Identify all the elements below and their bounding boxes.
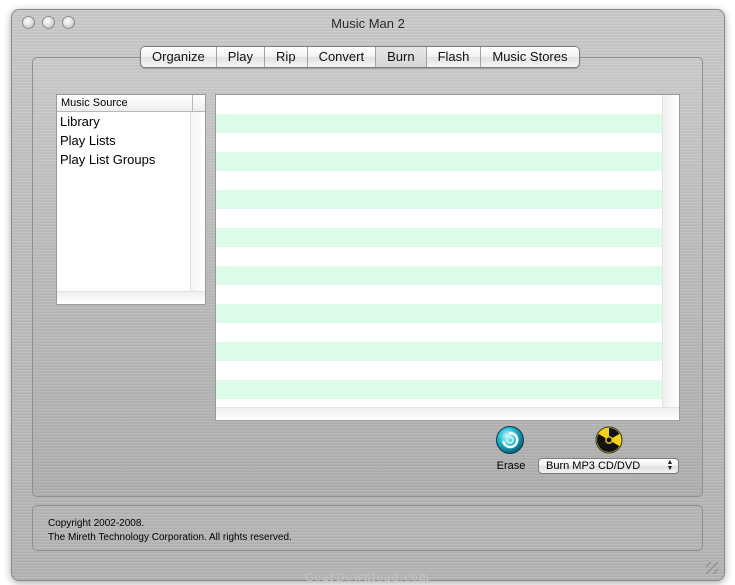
source-item-play-list-groups[interactable]: Play List Groups — [57, 150, 205, 169]
table-row[interactable] — [216, 171, 664, 190]
title-bar[interactable]: Music Man 2 — [12, 10, 724, 38]
copyright-line-1: Copyright 2002-2008. — [48, 518, 145, 529]
table-row[interactable] — [216, 361, 664, 380]
tab-flash[interactable]: Flash — [427, 47, 482, 67]
track-horizontal-scrollbar[interactable] — [216, 407, 679, 420]
table-row[interactable] — [216, 342, 664, 361]
table-row[interactable] — [216, 323, 664, 342]
header-divider — [192, 95, 193, 111]
erase-label[interactable]: Erase — [494, 460, 528, 472]
app-window: Music Man 2 Organize Play Rip Convert Bu… — [11, 9, 725, 581]
tab-convert[interactable]: Convert — [308, 47, 377, 67]
music-source-header[interactable]: Music Source — [57, 95, 205, 112]
track-rows — [216, 95, 664, 405]
tab-bar: Organize Play Rip Convert Burn Flash Mus… — [140, 46, 580, 68]
window-title: Music Man 2 — [331, 16, 405, 31]
table-row[interactable] — [216, 380, 664, 399]
table-row[interactable] — [216, 190, 664, 209]
music-source-list[interactable]: Music Source Library Play Lists Play Lis… — [56, 94, 206, 305]
table-row[interactable] — [216, 304, 664, 323]
burn-format-value: Burn MP3 CD/DVD — [546, 460, 641, 472]
tab-play[interactable]: Play — [217, 47, 266, 67]
source-vertical-scrollbar[interactable] — [190, 112, 205, 293]
tab-music-stores[interactable]: Music Stores — [481, 47, 578, 67]
tab-burn[interactable]: Burn — [376, 47, 427, 67]
table-row[interactable] — [216, 133, 664, 152]
table-row[interactable] — [216, 114, 664, 133]
radiation-icon[interactable] — [595, 426, 623, 454]
table-row[interactable] — [216, 266, 664, 285]
select-arrows-icon: ▲ ▼ — [666, 459, 674, 472]
track-list[interactable] — [215, 94, 680, 421]
copyright-line-2: The Mireth Technology Corporation. All r… — [48, 532, 292, 543]
erase-icon[interactable] — [496, 426, 524, 454]
copyright-text: Copyright 2002-2008. The Mireth Technolo… — [48, 517, 292, 545]
table-row[interactable] — [216, 228, 664, 247]
source-horizontal-scrollbar[interactable] — [57, 291, 205, 304]
watermark: GearDownload.com — [304, 571, 431, 584]
table-row[interactable] — [216, 209, 664, 228]
source-item-library[interactable]: Library — [57, 112, 205, 131]
tab-organize[interactable]: Organize — [141, 47, 217, 67]
track-vertical-scrollbar[interactable] — [662, 95, 679, 407]
table-row[interactable] — [216, 95, 664, 114]
table-row[interactable] — [216, 152, 664, 171]
table-row[interactable] — [216, 285, 664, 304]
tab-rip[interactable]: Rip — [265, 47, 308, 67]
source-item-play-lists[interactable]: Play Lists — [57, 131, 205, 150]
table-row[interactable] — [216, 247, 664, 266]
burn-format-select[interactable]: Burn MP3 CD/DVD ▲ ▼ — [538, 458, 679, 474]
